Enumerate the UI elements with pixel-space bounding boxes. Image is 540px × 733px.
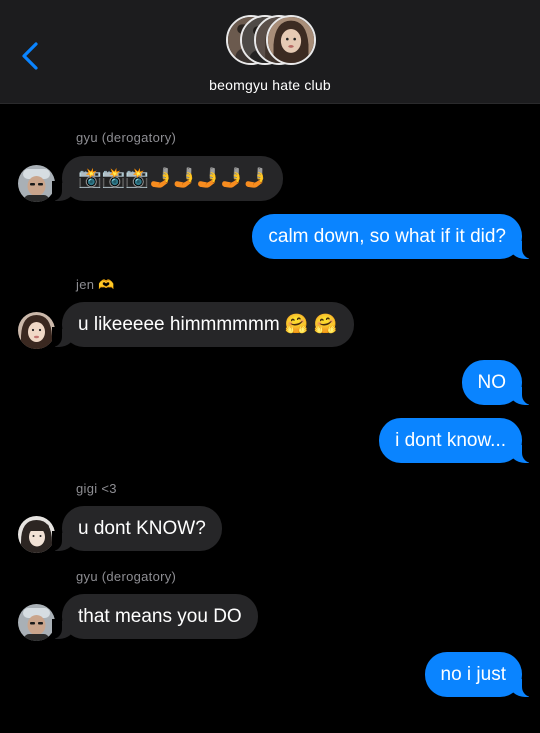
message-bubble-outgoing[interactable]: NO	[461, 360, 532, 405]
group-name[interactable]: beomgyu hate club	[0, 77, 540, 93]
sender-avatar[interactable]	[18, 516, 55, 553]
message-bubble-outgoing[interactable]: i dont know...	[379, 418, 532, 463]
message-text: NO	[477, 372, 507, 393]
sender-name: gyu (derogatory)	[76, 130, 177, 145]
message-bubble-outgoing[interactable]: no i just	[424, 652, 533, 697]
back-button[interactable]	[18, 40, 44, 72]
message-bubble-outgoing[interactable]: calm down, so what if it did?	[252, 214, 532, 259]
message-text: no i just	[440, 664, 506, 685]
message-text: calm down, so what if it did?	[268, 226, 506, 247]
chevron-left-icon	[22, 42, 38, 70]
sender-name: gyu (derogatory)	[76, 569, 177, 584]
message-bubble-incoming[interactable]: 📸📸📸🤳🤳🤳🤳🤳	[51, 156, 284, 201]
group-member-avatar	[266, 15, 316, 65]
message-text: i dont know...	[395, 430, 506, 451]
conversation-header: beomgyu hate club	[0, 0, 540, 104]
sender-avatar[interactable]	[18, 165, 55, 202]
message-text: that means you DO	[78, 606, 242, 627]
message-text: u dont KNOW?	[78, 518, 206, 539]
message-bubble-incoming[interactable]: that means you DO	[52, 594, 258, 639]
group-avatar-stack[interactable]	[226, 15, 318, 69]
message-text: u likeeeee himmmmmm 🤗 🤗	[78, 314, 338, 335]
message-bubble-incoming[interactable]: u dont KNOW?	[52, 506, 222, 551]
sender-avatar[interactable]	[18, 604, 55, 641]
sender-name: jen 🫶	[76, 277, 115, 292]
message-bubble-incoming[interactable]: u likeeeee himmmmmm 🤗 🤗	[52, 302, 354, 347]
sender-name: gigi <3	[76, 481, 117, 496]
sender-avatar[interactable]	[18, 312, 55, 349]
message-text: 📸📸📸🤳🤳🤳🤳🤳	[78, 167, 268, 189]
